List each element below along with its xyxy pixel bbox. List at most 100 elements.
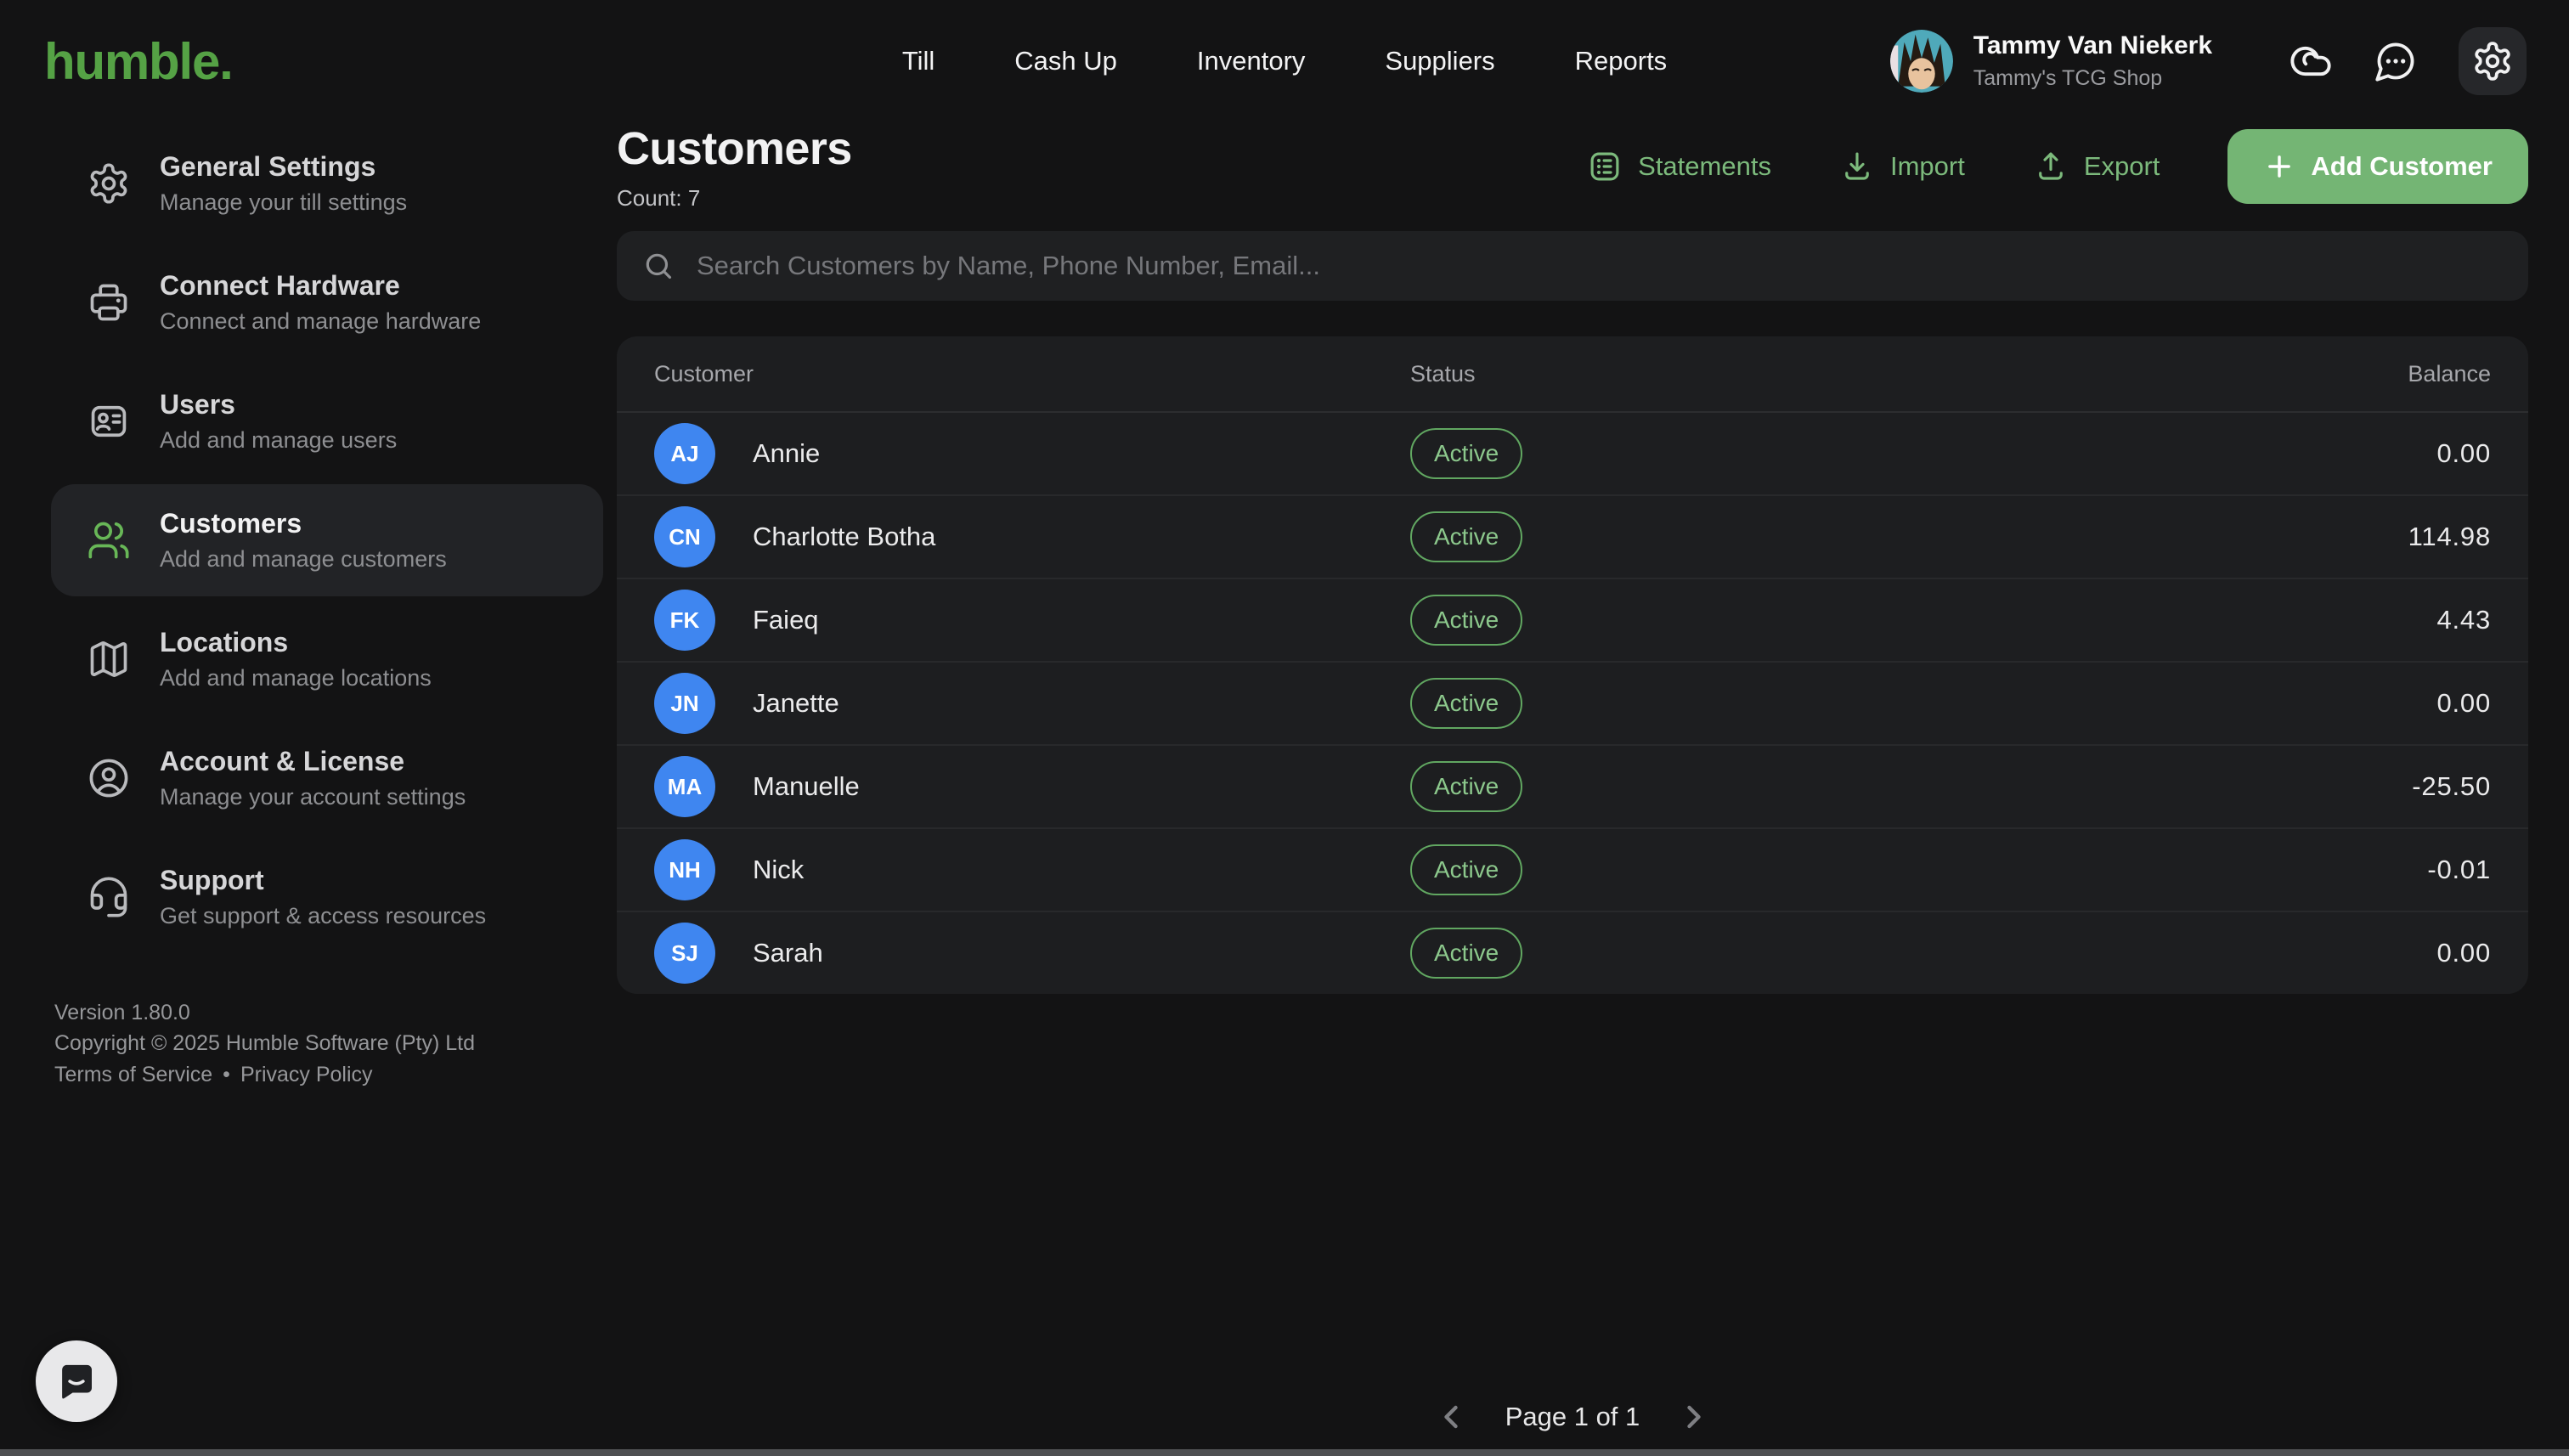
customer-name: Nick: [753, 855, 805, 884]
nav-item-cash-up[interactable]: Cash Up: [1014, 46, 1117, 76]
cloud-sync-button[interactable]: [2289, 39, 2333, 83]
add-customer-label: Add Customer: [2311, 151, 2493, 181]
user-meta: Tammy Van Niekerk Tammy's TCG Shop: [1973, 31, 2212, 91]
sidebar-item-title: Account & License: [160, 746, 405, 776]
messages-button[interactable]: [2374, 39, 2418, 83]
sidebar-item-subtitle: Manage your till settings: [160, 189, 408, 215]
status-badge: Active: [1410, 761, 1523, 812]
customer-name: Sarah: [753, 938, 823, 968]
avatar-initials: AJ: [670, 440, 699, 466]
avatar-initials: FK: [669, 607, 700, 633]
chat-bubble-smile-icon: [54, 1358, 99, 1404]
customer-avatar: JN: [654, 673, 715, 734]
search-input[interactable]: [693, 249, 2503, 283]
customer-avatar: SJ: [654, 923, 715, 984]
status-badge: Active: [1410, 428, 1523, 479]
customers-table: Customer Status Balance AJ Annie Active …: [617, 336, 2528, 994]
nav-item-till[interactable]: Till: [902, 46, 934, 76]
user-avatar[interactable]: [1889, 30, 1953, 93]
search-bar[interactable]: [617, 231, 2528, 301]
sidebar-item-subtitle: Add and manage customers: [160, 546, 447, 572]
status-badge: Active: [1410, 595, 1523, 646]
nav-item-inventory[interactable]: Inventory: [1197, 46, 1306, 76]
customer-balance: 4.43: [2436, 605, 2491, 635]
sidebar-item-support[interactable]: Support Get support & access resources: [51, 841, 603, 953]
customer-avatar: MA: [654, 756, 715, 817]
sidebar-item-subtitle: Add and manage users: [160, 427, 398, 453]
cloud-sync-icon: [2289, 39, 2333, 83]
privacy-link[interactable]: Privacy Policy: [240, 1059, 373, 1090]
top-bar: humble. Till Cash Up Inventory Suppliers Rep…: [0, 0, 2569, 122]
statements-label: Statements: [1638, 151, 1771, 181]
customer-name: Janette: [753, 688, 839, 718]
brand-logo[interactable]: humble.: [44, 32, 234, 91]
sidebar-item-customers[interactable]: Customers Add and manage customers: [51, 484, 603, 596]
import-button[interactable]: Import: [1839, 149, 1965, 184]
next-page-button[interactable]: [1675, 1398, 1713, 1436]
sidebar-item-title: Users: [160, 389, 235, 420]
sidebar-item-users[interactable]: Users Add and manage users: [51, 365, 603, 477]
customer-balance: 0.00: [2436, 938, 2491, 968]
sidebar-item-title: Connect Hardware: [160, 270, 400, 301]
table-header-row: Customer Status Balance: [617, 336, 2528, 413]
import-label: Import: [1889, 151, 1965, 181]
user-cluster[interactable]: Tammy Van Niekerk Tammy's TCG Shop: [1889, 27, 2527, 95]
sidebar-item-locations[interactable]: Locations Add and manage locations: [51, 603, 603, 715]
export-button[interactable]: Export: [2033, 149, 2160, 184]
users-icon: [87, 518, 131, 562]
customer-row[interactable]: SJ Sarah Active 0.00: [617, 911, 2528, 994]
printer-icon: [87, 280, 131, 324]
status-badge: Active: [1410, 928, 1523, 979]
nav-item-suppliers[interactable]: Suppliers: [1385, 46, 1494, 76]
sidebar-item-title: Locations: [160, 627, 289, 657]
sidebar-item-subtitle: Manage your account settings: [160, 784, 466, 810]
customer-avatar: NH: [654, 839, 715, 900]
settings-button[interactable]: [2459, 27, 2527, 95]
column-header-status: Status: [1410, 360, 1476, 387]
sidebar-item-general-settings[interactable]: General Settings Manage your till settin…: [51, 127, 603, 240]
customer-row[interactable]: CN Charlotte Botha Active 114.98: [617, 494, 2528, 578]
id-card-icon: [87, 399, 131, 443]
page-title: Customers: [617, 122, 852, 174]
customer-row[interactable]: FK Faieq Active 4.43: [617, 578, 2528, 661]
headset-icon: [87, 875, 131, 919]
user-name: Tammy Van Niekerk: [1973, 31, 2212, 60]
customer-avatar: AJ: [654, 423, 715, 484]
nav-item-reports[interactable]: Reports: [1575, 46, 1668, 76]
gear-icon: [2471, 40, 2514, 82]
customer-row[interactable]: MA Manuelle Active -25.50: [617, 744, 2528, 827]
customer-name: Annie: [753, 438, 821, 468]
main-content: Customers Count: 7 Statements Import Exp…: [617, 122, 2528, 1456]
statements-icon: [1587, 149, 1623, 184]
customer-row[interactable]: AJ Annie Active 0.00: [617, 413, 2528, 494]
page-indicator: Page 1 of 1: [1505, 1402, 1640, 1431]
status-badge: Active: [1410, 678, 1523, 729]
table-body: AJ Annie Active 0.00 CN Charlotte Botha …: [617, 413, 2528, 994]
avatar-initials: SJ: [671, 940, 698, 966]
plus-icon: [2263, 150, 2295, 183]
customer-row[interactable]: NH Nick Active -0.01: [617, 827, 2528, 911]
previous-page-button[interactable]: [1432, 1398, 1470, 1436]
customer-row[interactable]: JN Janette Active 0.00: [617, 661, 2528, 744]
page-actions: Statements Import Export Add Customer: [1587, 129, 2528, 204]
customer-avatar: CN: [654, 506, 715, 567]
avatar-initials: MA: [667, 773, 703, 799]
sidebar-item-subtitle: Add and manage locations: [160, 665, 432, 691]
map-icon: [87, 637, 131, 681]
app-root: humble. Till Cash Up Inventory Suppliers Rep…: [0, 0, 2569, 1456]
terms-link[interactable]: Terms of Service: [54, 1059, 212, 1090]
customer-name: Charlotte Botha: [753, 522, 936, 551]
statements-button[interactable]: Statements: [1587, 149, 1771, 184]
search-icon: [642, 250, 675, 282]
sidebar-item-connect-hardware[interactable]: Connect Hardware Connect and manage hard…: [51, 246, 603, 358]
add-customer-button[interactable]: Add Customer: [2227, 129, 2528, 204]
sidebar-item-account-license[interactable]: Account & License Manage your account se…: [51, 722, 603, 834]
chat-launcher[interactable]: [36, 1340, 117, 1422]
column-header-customer: Customer: [654, 360, 754, 387]
messages-icon: [2374, 39, 2418, 83]
chevron-left-icon: [1432, 1398, 1470, 1436]
avatar-initials: NH: [669, 856, 701, 883]
avatar-initials: CN: [669, 523, 701, 550]
upload-icon: [2033, 149, 2069, 184]
sidebar-item-title: General Settings: [160, 151, 376, 182]
